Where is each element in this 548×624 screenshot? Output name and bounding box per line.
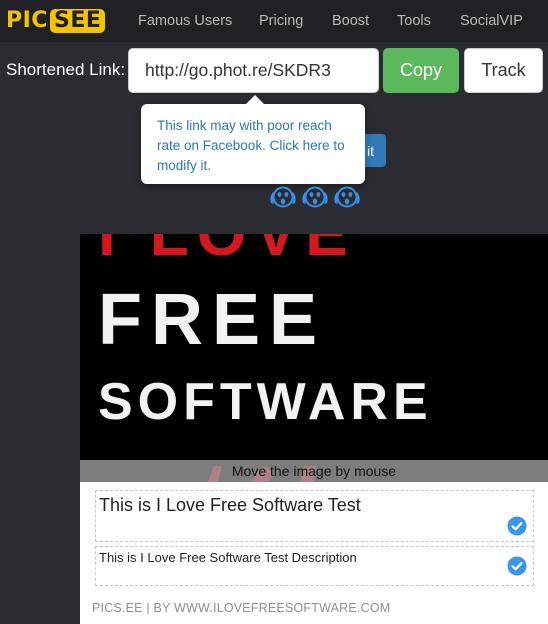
move-image-hint: Move the image by mouse (80, 460, 548, 482)
copy-button[interactable]: Copy (383, 48, 459, 93)
preview-image-text-line3: SOFTWARE (98, 373, 433, 431)
check-circle-icon (507, 556, 527, 576)
scream-emoji-icon[interactable] (332, 183, 362, 211)
preview-image[interactable]: I LOVE FREE SOFTWARE Move the image by m… (80, 234, 548, 482)
preview-image-text-line2: FREE (98, 280, 327, 360)
nav-pricing[interactable]: Pricing (259, 12, 303, 30)
logo-text-pic: PIC (6, 8, 48, 33)
tooltip-text[interactable]: This link may with poor reach rate on Fa… (157, 118, 345, 173)
facebook-reach-tooltip[interactable]: This link may with poor reach rate on Fa… (141, 95, 365, 184)
shortened-url-input[interactable] (128, 48, 379, 93)
track-button[interactable]: Track (464, 48, 543, 93)
logo-text-see: SEE (49, 9, 106, 33)
shortened-link-label: Shortened Link: (6, 60, 126, 79)
nav-socialvip[interactable]: SocialVIP (460, 12, 523, 30)
nav-boost[interactable]: Boost (332, 12, 369, 30)
check-circle-icon (507, 516, 527, 536)
scream-emoji-icon[interactable] (268, 183, 298, 211)
preview-image-text-line1: I LOVE (98, 234, 356, 270)
scream-emoji-icon[interactable] (300, 183, 330, 211)
preview-description-text[interactable]: This is I Love Free Software Test Descri… (99, 550, 357, 565)
preview-description-field[interactable]: This is I Love Free Software Test Descri… (95, 546, 534, 586)
preview-footer-domain: PICS.EE | BY WWW.ILOVEFREESOFTWARE.COM (92, 601, 391, 615)
top-navbar: PIC SEE Famous Users Pricing Boost Tools … (0, 0, 548, 42)
preview-title-field[interactable]: This is I Love Free Software Test (95, 490, 534, 542)
picsee-logo[interactable]: PIC SEE (6, 8, 106, 34)
emoji-row (268, 183, 362, 211)
nav-famous-users[interactable]: Famous Users (138, 12, 232, 30)
preview-title-text[interactable]: This is I Love Free Software Test (99, 495, 361, 515)
link-preview-card: I LOVE FREE SOFTWARE Move the image by m… (80, 234, 548, 624)
nav-tools[interactable]: Tools (397, 12, 431, 30)
